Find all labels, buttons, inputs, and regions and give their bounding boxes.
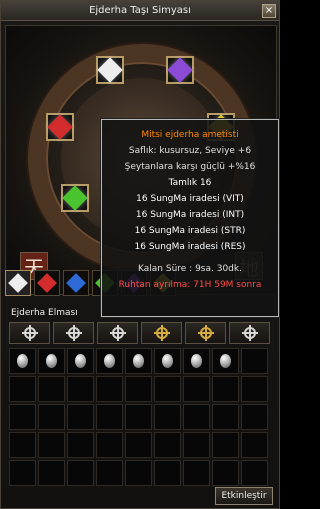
inventory-slot[interactable] — [241, 348, 268, 374]
activate-button[interactable]: Etkinleştir — [215, 487, 273, 505]
inventory-slot[interactable] — [125, 348, 152, 374]
inventory-slot[interactable] — [96, 404, 123, 430]
dragon-diamond-icon — [46, 354, 57, 368]
inventory-slot[interactable] — [212, 348, 239, 374]
inventory-slot[interactable] — [96, 376, 123, 402]
inventory-grid — [9, 348, 274, 486]
inventory-slot[interactable] — [9, 432, 36, 458]
inventory-slot[interactable] — [212, 404, 239, 430]
type-slot-2[interactable] — [53, 322, 94, 344]
dragon-diamond-icon — [133, 354, 144, 368]
inventory-slot[interactable] — [183, 376, 210, 402]
red-gem-icon — [47, 114, 73, 140]
tooltip-bonus: Şeytanlara karşı güçlü +%16 — [124, 162, 256, 172]
blue-tab-icon — [66, 273, 86, 293]
dragon-stone-alchemy-window: Ejderha Taşı Simyası × 天 地 Ejderha Elmas… — [0, 0, 280, 509]
inventory-slot[interactable] — [67, 404, 94, 430]
white-tab-icon — [8, 273, 28, 293]
inventory-slot[interactable] — [212, 460, 239, 486]
inventory-slot[interactable] — [154, 432, 181, 458]
inventory-slot[interactable] — [154, 348, 181, 374]
gem-slot-red[interactable] — [46, 113, 74, 141]
inventory-slot[interactable] — [241, 404, 268, 430]
title-bar[interactable]: Ejderha Taşı Simyası × — [1, 1, 279, 21]
tooltip-remaining-time: Kalan Süre : 9sa. 30dk. — [138, 264, 242, 274]
inventory-slot[interactable] — [96, 432, 123, 458]
dragon-diamond-icon — [104, 354, 115, 368]
inventory-slot[interactable] — [183, 348, 210, 374]
inventory-slot[interactable] — [125, 460, 152, 486]
tab-white[interactable] — [5, 270, 31, 296]
tooltip-stat-4: 16 SungMa iradesi (RES) — [134, 242, 246, 252]
inventory-slot[interactable] — [96, 460, 123, 486]
inventory-slot[interactable] — [38, 376, 65, 402]
close-button[interactable]: × — [262, 4, 276, 18]
tab-red[interactable] — [34, 270, 60, 296]
type-slot-5[interactable] — [185, 322, 226, 344]
inventory-slot[interactable] — [9, 348, 36, 374]
sunburst-icon — [197, 327, 214, 339]
tooltip-quality: Saflık: kusursuz, Seviye +6 — [128, 146, 252, 156]
section-label: Ejderha Elması — [11, 308, 78, 318]
inventory-slot[interactable] — [154, 376, 181, 402]
tooltip-title: Mitsi ejderha ametisti — [141, 130, 239, 140]
dragon-diamond-icon — [220, 354, 231, 368]
dragon-diamond-icon — [17, 354, 28, 368]
inventory-slot[interactable] — [38, 404, 65, 430]
inventory-slot[interactable] — [241, 432, 268, 458]
inventory-slot[interactable] — [125, 376, 152, 402]
type-slot-4[interactable] — [141, 322, 182, 344]
inventory-slot[interactable] — [38, 460, 65, 486]
close-icon: × — [264, 5, 274, 16]
type-slot-6[interactable] — [229, 322, 270, 344]
gem-slot-purple[interactable] — [166, 56, 194, 84]
green-gem-icon — [62, 185, 88, 211]
inventory-slot[interactable] — [154, 460, 181, 486]
inventory-slot[interactable] — [67, 376, 94, 402]
inventory-slot[interactable] — [183, 460, 210, 486]
tab-blue[interactable] — [63, 270, 89, 296]
sunburst-icon — [109, 327, 126, 339]
window-title: Ejderha Taşı Simyası — [89, 5, 191, 16]
tooltip-expire-time: Ruhtan ayrılma: 71H 59M sonra — [118, 280, 262, 290]
inventory-slot[interactable] — [125, 432, 152, 458]
inventory-slot[interactable] — [38, 348, 65, 374]
inventory-slot[interactable] — [67, 432, 94, 458]
sunburst-icon — [21, 327, 38, 339]
sunburst-icon — [65, 327, 82, 339]
gem-slot-white[interactable] — [96, 56, 124, 84]
inventory-slot[interactable] — [212, 376, 239, 402]
inventory-slot[interactable] — [241, 460, 268, 486]
type-slot-3[interactable] — [97, 322, 138, 344]
item-tooltip: Mitsi ejderha ametisti Saflık: kusursuz,… — [101, 119, 279, 317]
inventory-slot[interactable] — [67, 348, 94, 374]
tooltip-stat-2: 16 SungMa iradesi (INT) — [135, 210, 245, 220]
inventory-slot[interactable] — [212, 432, 239, 458]
sunburst-icon — [153, 327, 170, 339]
white-gem-icon — [97, 57, 123, 83]
sunburst-icon — [241, 327, 258, 339]
inventory-slot[interactable] — [183, 432, 210, 458]
dragon-diamond-icon — [162, 354, 173, 368]
inventory-slot[interactable] — [96, 348, 123, 374]
purple-gem-icon — [167, 57, 193, 83]
tooltip-perfection: Tamlık 16 — [168, 178, 212, 188]
inventory-slot[interactable] — [9, 404, 36, 430]
tooltip-stat-1: 16 SungMa iradesi (VIT) — [136, 194, 244, 204]
inventory-slot[interactable] — [183, 404, 210, 430]
inventory-slot[interactable] — [154, 404, 181, 430]
gem-slot-green[interactable] — [61, 184, 89, 212]
dragon-diamond-icon — [75, 354, 86, 368]
inventory-slot[interactable] — [67, 460, 94, 486]
tooltip-stat-3: 16 SungMa iradesi (STR) — [134, 226, 246, 236]
inventory-slot[interactable] — [38, 432, 65, 458]
inventory-slot[interactable] — [241, 376, 268, 402]
type-slot-1[interactable] — [9, 322, 50, 344]
inventory-slot[interactable] — [9, 376, 36, 402]
dragon-diamond-icon — [191, 354, 202, 368]
red-tab-icon — [37, 273, 57, 293]
inventory-slot[interactable] — [125, 404, 152, 430]
inventory-slot[interactable] — [9, 460, 36, 486]
type-slots — [9, 322, 277, 346]
